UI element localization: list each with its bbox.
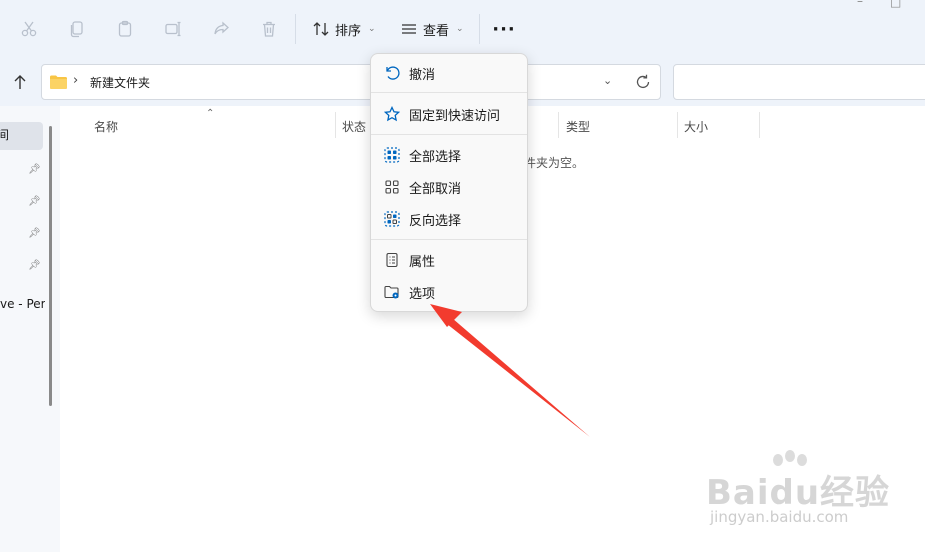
column-divider[interactable] xyxy=(759,112,760,138)
breadcrumb-separator: › xyxy=(73,73,79,88)
toolbar-divider xyxy=(295,14,296,44)
column-header-size[interactable]: 大小 xyxy=(684,118,708,135)
rename-icon[interactable] xyxy=(160,16,186,42)
menu-item-undo[interactable]: 撤消 xyxy=(375,59,525,87)
select-none-icon xyxy=(385,180,399,194)
pin-icon: 📌︎ xyxy=(28,196,41,207)
chevron-down-icon: ⌄ xyxy=(456,24,464,34)
watermark: Baidu经验 jingyan.baidu.com xyxy=(706,450,906,540)
undo-icon xyxy=(386,66,400,80)
copy-icon[interactable] xyxy=(64,16,90,42)
pin-icon: 📌︎ xyxy=(28,260,41,271)
menu-item-select-all[interactable]: 全部选择 xyxy=(375,141,525,169)
column-header-name[interactable]: 名称 xyxy=(94,118,118,135)
invert-selection-icon xyxy=(384,211,400,227)
menu-item-label: 撤消 xyxy=(409,67,436,83)
view-icon xyxy=(402,24,416,34)
sort-icon xyxy=(313,22,329,36)
menu-item-label: 反向选择 xyxy=(409,213,462,229)
menu-divider xyxy=(371,239,527,240)
watermark-url: jingyan.baidu.com xyxy=(710,508,849,526)
navigation-pane: 间 📌︎ 📌︎ 📌︎ 📌︎ ve - Pers xyxy=(0,106,60,552)
column-divider[interactable] xyxy=(677,112,678,138)
select-all-icon xyxy=(384,147,400,163)
more-options-menu: 撤消 固定到快速访问 全部选择 全部取消 反向选择 属性 选项 xyxy=(370,53,528,312)
menu-divider xyxy=(371,134,527,135)
minimize-button[interactable]: – xyxy=(857,0,863,8)
column-divider[interactable] xyxy=(335,112,336,138)
column-header-type[interactable]: 类型 xyxy=(566,118,590,135)
pin-icon: 📌︎ xyxy=(28,228,41,239)
share-icon[interactable] xyxy=(208,16,234,42)
chevron-down-icon: ⌄ xyxy=(368,24,376,34)
delete-icon[interactable] xyxy=(256,16,282,42)
maximize-button[interactable]: □ xyxy=(890,0,901,9)
nav-item-label: 间 xyxy=(0,128,10,142)
more-options-button[interactable]: ··· xyxy=(491,18,517,40)
menu-item-label: 选项 xyxy=(409,286,436,302)
watermark-brand: Baidu经验 xyxy=(706,473,891,513)
pin-icon: 📌︎ xyxy=(28,164,41,175)
sort-label: 排序 xyxy=(335,23,362,39)
cut-icon[interactable] xyxy=(16,16,42,42)
chevron-down-icon[interactable]: ⌄ xyxy=(603,74,612,87)
empty-folder-message: 件夹为空。 xyxy=(524,156,585,170)
view-label: 查看 xyxy=(423,23,450,39)
sort-ascending-icon: ⌃ xyxy=(206,108,215,119)
menu-item-label: 全部取消 xyxy=(409,181,462,197)
column-header-status[interactable]: 状态 xyxy=(342,118,366,135)
up-arrow-icon[interactable] xyxy=(10,71,30,93)
menu-item-options[interactable]: 选项 xyxy=(375,278,525,306)
command-bar: 排序 ⌄ 查看 ⌄ ··· – □ xyxy=(0,0,925,58)
folder-icon xyxy=(50,75,67,89)
menu-item-label: 属性 xyxy=(409,254,436,270)
menu-item-pin-to-quick-access[interactable]: 固定到快速访问 xyxy=(375,100,525,128)
menu-item-label: 全部选择 xyxy=(409,149,462,165)
paste-icon[interactable] xyxy=(112,16,138,42)
view-button[interactable]: 查看 ⌄ xyxy=(400,18,464,40)
column-divider[interactable] xyxy=(558,112,559,138)
menu-item-label: 固定到快速访问 xyxy=(409,108,501,124)
refresh-icon[interactable] xyxy=(634,73,652,91)
nav-item-selected[interactable]: 间 xyxy=(0,122,43,150)
star-icon xyxy=(384,106,400,122)
menu-divider xyxy=(371,92,527,93)
nav-scrollbar[interactable] xyxy=(49,126,52,406)
menu-item-properties[interactable]: 属性 xyxy=(375,246,525,274)
menu-item-invert-selection[interactable]: 反向选择 xyxy=(375,205,525,233)
search-input[interactable] xyxy=(673,64,925,100)
sort-button[interactable]: 排序 ⌄ xyxy=(312,18,376,40)
address-bar[interactable]: › 新建文件夹 ⌄ xyxy=(41,64,661,100)
properties-icon xyxy=(386,252,398,268)
breadcrumb-current-folder[interactable]: 新建文件夹 xyxy=(90,74,150,91)
menu-item-select-none[interactable]: 全部取消 xyxy=(375,173,525,201)
nav-item-onedrive[interactable]: ve - Pers xyxy=(0,297,45,311)
toolbar-divider xyxy=(479,14,480,44)
folder-options-icon xyxy=(384,285,399,299)
